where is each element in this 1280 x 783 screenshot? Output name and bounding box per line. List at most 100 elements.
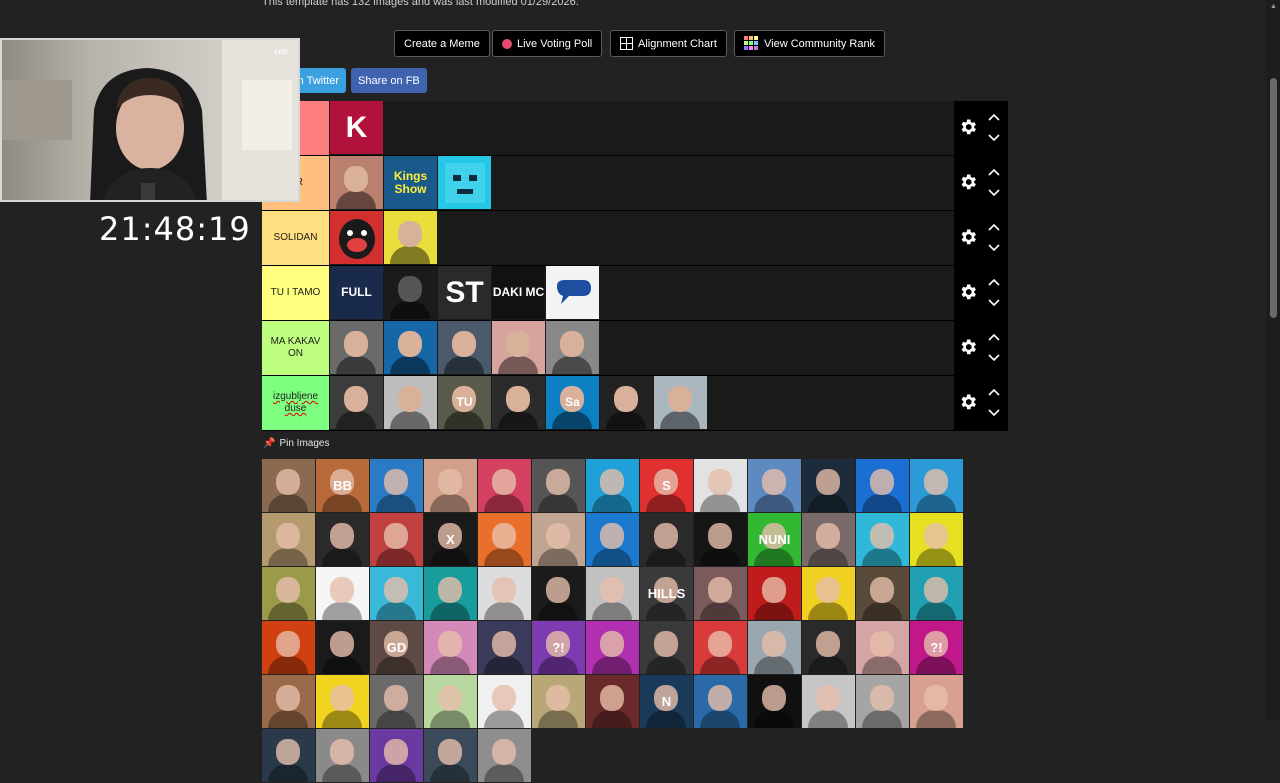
tier-image[interactable]: FULL bbox=[330, 266, 383, 319]
pool-image[interactable] bbox=[802, 675, 855, 728]
view-community-rank-button[interactable]: View Community Rank bbox=[734, 30, 886, 57]
tier-image[interactable] bbox=[330, 156, 383, 209]
pool-image[interactable] bbox=[424, 567, 477, 620]
pool-image[interactable] bbox=[316, 675, 369, 728]
pool-image[interactable] bbox=[532, 513, 585, 566]
pool-image[interactable] bbox=[370, 513, 423, 566]
pool-image[interactable] bbox=[910, 513, 963, 566]
pool-image[interactable] bbox=[532, 459, 585, 512]
tier-items[interactable]: Kings Show bbox=[330, 156, 492, 210]
pool-image[interactable] bbox=[748, 459, 801, 512]
tier-image[interactable] bbox=[438, 156, 491, 209]
pool-image[interactable] bbox=[694, 675, 747, 728]
tier-image[interactable]: ST bbox=[438, 266, 491, 319]
tier-image[interactable] bbox=[330, 211, 383, 264]
pool-image[interactable] bbox=[856, 567, 909, 620]
pool-image[interactable]: X bbox=[424, 513, 477, 566]
pool-image[interactable] bbox=[316, 729, 369, 782]
pool-image[interactable] bbox=[910, 567, 963, 620]
tier-image[interactable] bbox=[384, 266, 437, 319]
pool-image[interactable] bbox=[478, 567, 531, 620]
tier-label[interactable]: izgubljene duse bbox=[262, 376, 329, 430]
tier-image[interactable] bbox=[438, 321, 491, 374]
chevron-up-icon[interactable] bbox=[988, 223, 1000, 231]
pool-image[interactable]: ?! bbox=[910, 621, 963, 674]
scrollbar-thumb[interactable] bbox=[1270, 78, 1277, 318]
pool-image[interactable] bbox=[694, 621, 747, 674]
pool-image[interactable] bbox=[910, 459, 963, 512]
tier-image[interactable]: TU bbox=[438, 376, 491, 429]
tier-image[interactable] bbox=[492, 376, 545, 429]
pool-image[interactable] bbox=[478, 729, 531, 782]
pool-image[interactable] bbox=[370, 567, 423, 620]
pool-image[interactable] bbox=[802, 567, 855, 620]
tier-image[interactable]: Sa bbox=[546, 376, 599, 429]
tier-items[interactable]: TU Sa bbox=[330, 376, 708, 430]
pool-image[interactable] bbox=[316, 567, 369, 620]
gear-icon[interactable] bbox=[958, 227, 978, 247]
chevron-down-icon[interactable] bbox=[988, 134, 1000, 142]
pin-images-toggle[interactable]: 📌 Pin Images bbox=[263, 438, 329, 449]
pool-image[interactable] bbox=[478, 675, 531, 728]
pool-image[interactable] bbox=[586, 513, 639, 566]
pool-image[interactable] bbox=[424, 459, 477, 512]
pool-image[interactable] bbox=[748, 621, 801, 674]
gear-icon[interactable] bbox=[958, 172, 978, 192]
tier-image[interactable] bbox=[600, 376, 653, 429]
pool-image[interactable] bbox=[532, 567, 585, 620]
live-voting-poll-button[interactable]: Live Voting Poll bbox=[492, 30, 603, 57]
pool-image[interactable]: HILLS bbox=[640, 567, 693, 620]
tier-items[interactable] bbox=[330, 321, 600, 375]
pool-image[interactable] bbox=[856, 459, 909, 512]
pool-image[interactable] bbox=[424, 675, 477, 728]
pool-image[interactable] bbox=[262, 459, 315, 512]
chevron-down-icon[interactable] bbox=[988, 189, 1000, 197]
pool-image[interactable] bbox=[370, 675, 423, 728]
pool-image[interactable] bbox=[802, 459, 855, 512]
pool-image[interactable] bbox=[802, 513, 855, 566]
tier-items[interactable]: FULL ST DAKI MC bbox=[330, 266, 600, 320]
gear-icon[interactable] bbox=[958, 392, 978, 412]
pool-image[interactable] bbox=[262, 675, 315, 728]
tier-label[interactable]: SOLIDAN bbox=[262, 211, 329, 265]
pool-image[interactable] bbox=[586, 567, 639, 620]
pool-image[interactable] bbox=[910, 675, 963, 728]
pool-image[interactable] bbox=[478, 459, 531, 512]
pool-image[interactable] bbox=[370, 459, 423, 512]
pool-image[interactable] bbox=[478, 621, 531, 674]
alignment-chart-button[interactable]: Alignment Chart bbox=[610, 30, 727, 57]
chevron-up-icon[interactable] bbox=[988, 113, 1000, 121]
pool-image[interactable] bbox=[802, 621, 855, 674]
pool-image[interactable]: ?! bbox=[532, 621, 585, 674]
pool-image[interactable] bbox=[856, 513, 909, 566]
pool-image[interactable] bbox=[694, 459, 747, 512]
pool-image[interactable] bbox=[532, 675, 585, 728]
tier-image[interactable]: Kings Show bbox=[384, 156, 437, 209]
chevron-up-icon[interactable] bbox=[988, 278, 1000, 286]
pool-image[interactable] bbox=[316, 621, 369, 674]
pool-image[interactable]: GD bbox=[370, 621, 423, 674]
pool-image[interactable] bbox=[262, 729, 315, 782]
tier-image[interactable] bbox=[384, 321, 437, 374]
pool-image[interactable] bbox=[694, 513, 747, 566]
pool-image[interactable] bbox=[640, 621, 693, 674]
tier-image[interactable] bbox=[384, 211, 437, 264]
tier-image[interactable] bbox=[330, 376, 383, 429]
pool-image[interactable] bbox=[262, 567, 315, 620]
tier-items[interactable] bbox=[330, 211, 438, 265]
tier-label[interactable]: MA KAKAV ON bbox=[262, 321, 329, 375]
pool-image[interactable] bbox=[424, 621, 477, 674]
chevron-down-icon[interactable] bbox=[988, 354, 1000, 362]
pool-image[interactable]: S bbox=[640, 459, 693, 512]
tier-image[interactable] bbox=[654, 376, 707, 429]
gear-icon[interactable] bbox=[958, 282, 978, 302]
pool-image[interactable] bbox=[748, 675, 801, 728]
pool-image[interactable] bbox=[262, 621, 315, 674]
pool-image[interactable] bbox=[694, 567, 747, 620]
gear-icon[interactable] bbox=[958, 117, 978, 137]
tier-image[interactable] bbox=[546, 266, 599, 319]
chevron-up-icon[interactable] bbox=[988, 168, 1000, 176]
pool-image[interactable]: NUNI bbox=[748, 513, 801, 566]
share-facebook-button[interactable]: Share on FB bbox=[351, 68, 427, 93]
chevron-down-icon[interactable] bbox=[988, 299, 1000, 307]
